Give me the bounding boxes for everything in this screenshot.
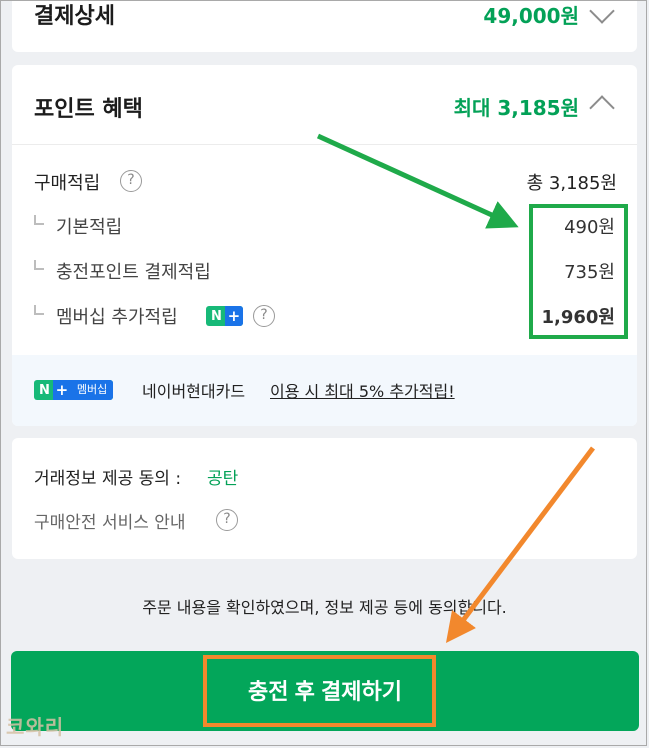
annotation-arrows — [316, 133, 595, 643]
watermark-logo: 코와리 — [6, 715, 65, 739]
green-arrow — [316, 133, 519, 229]
orange-arrow — [445, 446, 595, 643]
